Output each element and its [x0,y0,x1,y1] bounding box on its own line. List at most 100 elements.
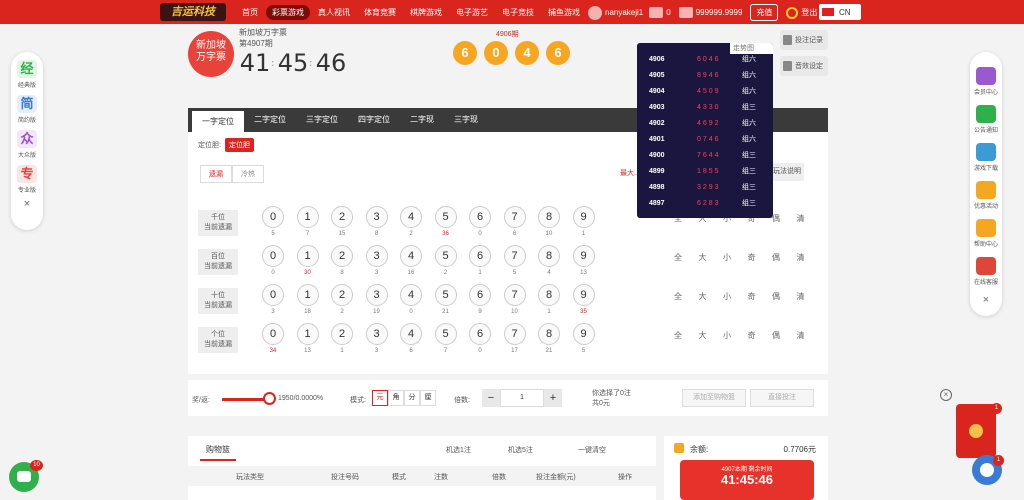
mode-yuan[interactable]: 元 [372,390,388,406]
ball-digit[interactable]: 0 [262,245,284,267]
number-ball[interactable]: 2 15 [331,206,353,237]
quick-select-0[interactable]: 全 [674,291,682,302]
quick-select-5[interactable]: 清 [797,291,805,302]
logout-button[interactable]: 登出 [801,7,817,18]
quick-select-2[interactable]: 小 [723,291,731,302]
service-5[interactable]: 在线客服 [970,257,1002,286]
quick-select-5[interactable]: 清 [797,330,805,341]
tab-hotcold[interactable]: 冷热 [232,165,264,183]
number-ball[interactable]: 42 [400,206,422,237]
times-input[interactable]: 1 [500,389,544,407]
number-ball[interactable]: 61 [469,245,491,276]
play-description-button[interactable]: 玩法说明 [770,163,804,181]
mode-jiao[interactable]: 角 [388,390,404,406]
number-ball[interactable]: 9 35 [572,284,595,315]
ball-digit[interactable]: 8 [538,206,560,228]
ball-digit[interactable]: 4 [400,245,422,267]
ball-digit[interactable]: 8 [538,245,560,267]
tab-play[interactable]: 一字定位 [192,111,244,132]
number-ball[interactable]: 03 [262,284,284,315]
red-packet[interactable] [956,404,996,458]
number-ball[interactable]: 5 21 [434,284,457,315]
mode-li[interactable]: 厘 [420,390,436,406]
service-3[interactable]: 优惠活动 [970,181,1002,210]
tab-play[interactable]: 三字现 [444,108,488,132]
ball-digit[interactable]: 7 [503,284,526,306]
number-ball[interactable]: 9 13 [572,245,595,276]
nav-item[interactable]: 捕鱼游戏 [542,5,586,20]
close-icon[interactable]: × [11,198,43,210]
close-icon[interactable]: × [940,389,952,401]
number-ball[interactable]: 7 17 [503,323,526,354]
quick-select-4[interactable]: 偶 [772,252,780,263]
ball-digit[interactable]: 7 [503,245,526,267]
ball-digit[interactable]: 5 [434,284,457,306]
ball-digit[interactable]: 8 [538,323,560,345]
ball-digit[interactable]: 6 [469,284,491,306]
ball-digit[interactable]: 5 [434,206,457,228]
ball-digit[interactable]: 3 [365,284,388,306]
tab-play[interactable]: 二字现 [400,108,444,132]
close-icon[interactable]: × [970,294,1002,306]
number-ball[interactable]: 57 [434,323,457,354]
ball-digit[interactable]: 0 [262,284,284,306]
ball-digit[interactable]: 6 [469,323,491,345]
ball-digit[interactable]: 1 [296,245,319,267]
sub-play-chip[interactable]: 定位胆 [224,138,254,152]
quick-select-0[interactable]: 全 [674,330,682,341]
nav-item[interactable]: 棋牌游戏 [404,5,448,20]
ball-digit[interactable]: 3 [365,206,388,228]
ball-digit[interactable]: 5 [434,323,457,345]
ball-digit[interactable]: 2 [331,284,353,306]
ball-digit[interactable]: 1 [296,323,319,345]
number-ball[interactable]: 33 [365,323,388,354]
quick-select-4[interactable]: 偶 [772,213,780,224]
quick-select-2[interactable]: 小 [723,330,731,341]
ball-digit[interactable]: 9 [572,245,595,267]
mail-icon[interactable] [649,7,664,18]
sound-setting-button[interactable]: 音效设定 [780,56,828,76]
number-ball[interactable]: 81 [538,284,560,315]
ball-digit[interactable]: 9 [572,323,595,345]
ball-digit[interactable]: 7 [503,323,526,345]
nav-item[interactable]: 电子竞技 [496,5,540,20]
number-ball[interactable]: 17 [296,206,319,237]
number-ball[interactable]: 60 [469,323,491,354]
direct-bet-button[interactable]: 直接投注 [750,389,814,407]
quick-select-4[interactable]: 偶 [772,330,780,341]
ball-digit[interactable]: 0 [262,323,284,345]
username[interactable]: nanyakeji1 [605,8,643,17]
quick-select-0[interactable]: 全 [674,252,682,263]
ball-digit[interactable]: 6 [469,245,491,267]
tab-miss[interactable]: 遗漏 [200,165,232,183]
number-ball[interactable]: 75 [503,245,526,276]
ball-digit[interactable]: 2 [331,206,353,228]
number-ball[interactable]: 8 21 [538,323,560,354]
service-0[interactable]: 会员中心 [970,67,1002,96]
version-3[interactable]: 专专业版 [11,165,43,194]
number-ball[interactable]: 7 10 [503,284,526,315]
ball-digit[interactable]: 3 [365,245,388,267]
power-icon[interactable] [786,6,799,19]
language-select[interactable]: CN [819,4,861,20]
nav-item[interactable]: 电子游艺 [450,5,494,20]
ball-digit[interactable]: 7 [503,206,526,228]
number-ball[interactable]: 28 [331,245,353,276]
number-ball[interactable]: 00 [262,245,284,276]
mode-fen[interactable]: 分 [404,390,420,406]
quick-select-5[interactable]: 清 [797,213,805,224]
rebate-slider[interactable] [222,398,268,401]
nav-item[interactable]: 首页 [236,5,264,20]
number-ball[interactable]: 1 30 [296,245,319,276]
tab-play[interactable]: 四字定位 [348,108,400,132]
number-ball[interactable]: 52 [434,245,457,276]
number-ball[interactable]: 95 [572,323,595,354]
number-ball[interactable]: 60 [469,206,491,237]
ball-digit[interactable]: 1 [296,206,319,228]
number-ball[interactable]: 5 36 [434,206,457,237]
service-1[interactable]: 公告通知 [970,105,1002,134]
number-ball[interactable]: 0 34 [262,323,284,354]
quick-select-1[interactable]: 大 [699,291,707,302]
number-ball[interactable]: 40 [400,284,422,315]
number-ball[interactable]: 8 10 [538,206,560,237]
